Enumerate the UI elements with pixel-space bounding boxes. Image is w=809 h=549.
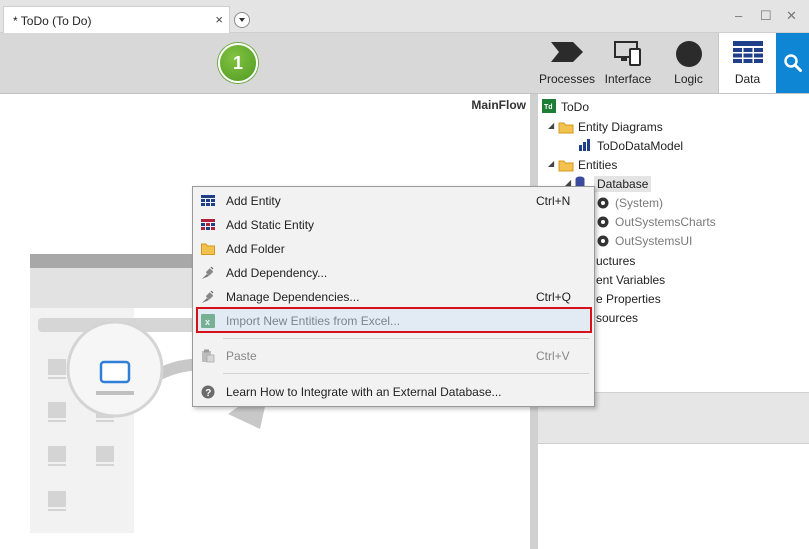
tree-item-entity-diagrams[interactable]: Entity Diagrams xyxy=(578,120,663,134)
menu-item-learn-external-db[interactable]: ? Learn How to Integrate with an Externa… xyxy=(193,381,594,403)
menu-item-manage-dependencies[interactable]: Manage Dependencies... Ctrl+Q xyxy=(193,286,594,308)
menu-separator xyxy=(223,338,589,339)
plug-icon xyxy=(202,290,214,303)
menu-item-shortcut: Ctrl+V xyxy=(536,349,570,363)
tree-item-system[interactable]: (System) xyxy=(615,196,663,210)
tree-item-client-variables[interactable]: ent Variables xyxy=(596,273,665,287)
menu-item-label: Add Dependency... xyxy=(226,266,328,280)
svg-text:?: ? xyxy=(205,388,211,399)
data-label: Data xyxy=(734,72,761,86)
plug-icon xyxy=(202,266,214,279)
menu-separator xyxy=(223,373,589,374)
menu-item-shortcut: Ctrl+N xyxy=(536,194,571,208)
interface-icon xyxy=(614,41,641,66)
module-reference-icon xyxy=(597,197,609,209)
entity-icon xyxy=(201,195,215,206)
menu-item-label: Add Folder xyxy=(226,242,285,256)
tab-dropdown-button[interactable] xyxy=(234,12,250,28)
module-icon: Td xyxy=(542,99,556,113)
logic-icon xyxy=(675,41,702,67)
menu-item-label: Learn How to Integrate with an External … xyxy=(226,385,502,399)
static-entity-icon xyxy=(201,219,215,230)
data-icon xyxy=(732,41,763,63)
tab-bar: * ToDo (To Do) × – ☐ ✕ xyxy=(0,0,809,34)
highlight-box xyxy=(196,307,592,333)
menu-item-add-dependency[interactable]: Add Dependency... xyxy=(193,262,594,284)
menu-item-label: Add Static Entity xyxy=(226,218,315,232)
logic-label: Logic xyxy=(674,72,703,86)
menu-item-label: Add Entity xyxy=(226,194,281,208)
close-tab-icon[interactable]: × xyxy=(215,12,223,27)
menu-item-add-folder[interactable]: Add Folder xyxy=(193,238,594,260)
menu-item-shortcut: Ctrl+Q xyxy=(536,290,572,304)
main-toolbar: 1 Processes Interface Logic Data xyxy=(0,33,809,94)
expand-arrow-icon[interactable]: ◢ xyxy=(548,159,554,168)
search-icon xyxy=(784,54,802,72)
expand-arrow-icon[interactable]: ◢ xyxy=(548,121,554,130)
step-badge: 1 xyxy=(218,43,258,83)
tree-item-outsystems-ui[interactable]: OutSystemsUI xyxy=(615,234,692,248)
paste-icon xyxy=(202,349,215,363)
tree-item-database[interactable]: Database xyxy=(594,176,652,192)
close-window-button[interactable]: ✕ xyxy=(786,8,797,24)
tree-item-outsystems-charts[interactable]: OutSystemsCharts xyxy=(615,215,716,229)
menu-item-paste[interactable]: Paste Ctrl+V xyxy=(193,345,594,367)
processes-icon xyxy=(551,42,583,62)
tree-item-entities[interactable]: Entities xyxy=(578,158,617,172)
folder-icon xyxy=(558,122,574,134)
interface-label: Interface xyxy=(604,72,652,86)
tree-item-structures[interactable]: uctures xyxy=(596,254,635,268)
chevron-down-icon xyxy=(239,18,245,22)
interface-button[interactable]: Interface xyxy=(599,33,657,93)
menu-item-add-entity[interactable]: Add Entity Ctrl+N xyxy=(193,190,594,212)
module-reference-icon xyxy=(597,235,609,247)
data-button[interactable]: Data xyxy=(718,33,776,93)
processes-label: Processes xyxy=(538,72,596,86)
context-menu: Add Entity Ctrl+N Add Static Entity Add … xyxy=(192,186,595,407)
document-tab[interactable]: * ToDo (To Do) × xyxy=(3,6,230,34)
svg-text:Td: Td xyxy=(544,104,553,111)
logic-button[interactable]: Logic xyxy=(661,33,716,93)
tree-item-site-properties[interactable]: e Properties xyxy=(596,292,661,306)
tree-item-data-model[interactable]: ToDoDataModel xyxy=(597,139,683,153)
processes-button[interactable]: Processes xyxy=(537,33,597,93)
menu-item-add-static-entity[interactable]: Add Static Entity xyxy=(193,214,594,236)
module-reference-icon xyxy=(597,216,609,228)
menu-item-label: Paste xyxy=(226,349,257,363)
menu-item-label: Manage Dependencies... xyxy=(226,290,360,304)
search-button[interactable] xyxy=(776,33,809,93)
folder-icon xyxy=(558,160,574,172)
tree-item-todo[interactable]: ToDo xyxy=(561,100,589,114)
minimize-button[interactable]: – xyxy=(735,8,742,23)
restore-button[interactable]: ☐ xyxy=(760,8,772,24)
document-tab-title: * ToDo (To Do) xyxy=(13,14,92,28)
folder-icon xyxy=(201,243,215,255)
tree-item-resources[interactable]: sources xyxy=(596,311,638,325)
help-icon: ? xyxy=(201,385,215,399)
diagram-icon xyxy=(579,139,590,151)
